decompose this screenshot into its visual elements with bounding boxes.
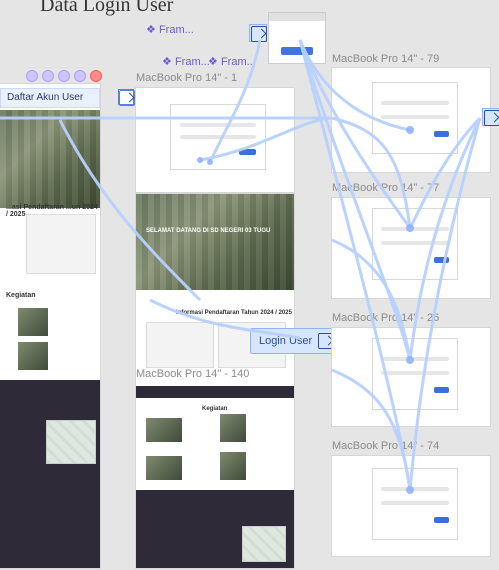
daftar-akun-strip[interactable]: Daftar Akun User [0,88,100,108]
frame-label-1[interactable]: ❖ Fram... [146,23,194,36]
mbp-79-frame[interactable] [332,68,490,172]
dot-1[interactable] [26,70,38,82]
left-footer-map [46,420,96,464]
daftar-akun-label: Daftar Akun User [7,92,84,103]
left-info-table [26,214,96,274]
form-field[interactable] [381,115,449,119]
dot-2[interactable] [42,70,54,82]
diamond-icon: ❖ [208,56,218,68]
center-card-image-4 [220,452,246,480]
dot-5[interactable] [90,70,102,82]
form-submit-button[interactable] [433,257,449,263]
left-card-image-2 [18,342,48,370]
left-landing-frame[interactable]: Daftar Akun User ...asi Pendaftaran ...u… [0,84,100,568]
flow-connection-icon[interactable] [482,108,499,126]
mbp-26-form[interactable] [372,338,458,410]
center-hero-title: SELAMAT DATANG DI SD NEGERI 03 TUGU [146,228,271,234]
flow-connection-icon[interactable] [118,89,135,106]
frame-label-mbp-77[interactable]: MacBook Pro 14" - 77 [332,182,439,194]
center-nav-bar [136,386,294,398]
left-footer [0,380,100,568]
form-submit-button[interactable] [238,149,256,155]
frame-label-3[interactable]: ❖ Fram... [208,55,256,68]
center-info-table-1 [146,322,214,368]
mbp-77-form[interactable] [372,208,458,280]
flow-connection-icon[interactable] [249,24,267,42]
frame-label-mbp-140[interactable]: MacBook Pro 14" - 140 [136,368,249,380]
mbp-74-form[interactable] [372,468,458,540]
form-field[interactable] [180,123,256,127]
frame-label-mbp-79[interactable]: MacBook Pro 14" - 79 [332,53,439,65]
flow-connection-icon [119,90,135,106]
frame-label-mbp-1[interactable]: MacBook Pro 14" - 1 [136,72,237,84]
login-user-flow-badge[interactable]: Login User [250,328,344,354]
form-submit-button[interactable] [433,131,449,137]
dot-3[interactable] [58,70,70,82]
top-popup-preview[interactable] [268,12,326,64]
form-field[interactable] [381,357,449,361]
form-submit-button[interactable] [433,517,449,523]
left-hero-image [0,110,100,208]
dot-4[interactable] [74,70,86,82]
center-kegiatan-title: Kegiatan [202,406,228,412]
center-card-image-3 [146,456,182,480]
form-field[interactable] [381,371,449,375]
frame-label-mbp-26[interactable]: MacBook Pro 14" - 26 [332,312,439,324]
center-hero-image [136,194,294,290]
mbp-79-form[interactable] [372,82,458,154]
top-frame-title: Data Login User [40,0,174,16]
figma-canvas[interactable]: Data Login User ❖ Fram... ❖ Fram... ❖ Fr… [0,0,499,570]
top-left-dot-toolbar[interactable] [26,70,102,82]
mbp-74-frame[interactable] [332,456,490,556]
flow-connection-icon [250,25,267,42]
login-user-label: Login User [259,335,313,347]
center-card-image-1 [146,418,182,442]
center-card-image-2 [220,414,246,442]
popup-header [269,13,325,21]
diamond-icon: ❖ [146,24,156,36]
form-field[interactable] [381,487,449,491]
diamond-icon: ❖ [162,56,172,68]
mbp-1-form[interactable] [170,104,266,170]
form-field[interactable] [381,501,449,505]
center-info-title: Informasi Pendaftaran Tahun 2024 / 2025 [176,310,292,316]
form-field[interactable] [381,101,449,105]
left-card-image-1 [18,308,48,336]
center-footer-map [242,526,286,562]
left-kegiatan-title: Kegiatan [6,292,36,299]
popup-button[interactable] [281,47,313,55]
mbp-77-frame[interactable] [332,198,490,298]
flow-connection-icon [483,109,499,126]
mbp-26-frame[interactable] [332,328,490,426]
form-field[interactable] [381,241,449,245]
frame-label-mbp-74[interactable]: MacBook Pro 14" - 74 [332,440,439,452]
frame-label-2[interactable]: ❖ Fram... [162,55,210,68]
form-submit-button[interactable] [433,387,449,393]
center-landing-frame[interactable]: SELAMAT DATANG DI SD NEGERI 03 TUGU Info… [136,194,294,568]
form-field[interactable] [381,227,449,231]
mbp-1-frame[interactable] [136,88,294,192]
form-field[interactable] [180,135,256,139]
